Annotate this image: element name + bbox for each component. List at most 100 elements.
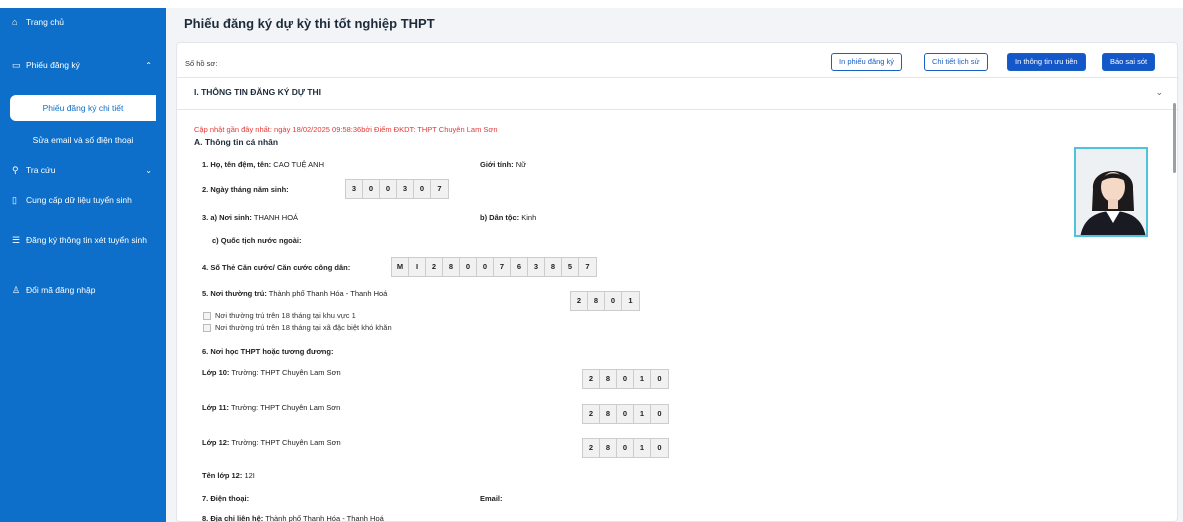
digit-box: 3: [528, 258, 545, 276]
grade12-value: Trường: THPT Chuyên Lam Sơn: [231, 438, 341, 447]
name-label: 1. Họ, tên đệm, tên:: [202, 160, 272, 169]
phone-row: 7. Điện thoại:: [202, 494, 249, 503]
gender-label: Giới tính:: [480, 160, 514, 169]
chevron-down-icon: ⌄: [145, 166, 152, 175]
gender-row: Giới tính: Nữ: [480, 160, 526, 169]
grade10-value: Trường: THPT Chuyên Lam Sơn: [231, 368, 341, 377]
birthplace-value: THANH HOÁ: [253, 213, 299, 222]
grade11-row: Lớp 11: Trường: THPT Chuyên Lam Sơn: [202, 403, 340, 412]
grade12-label: Lớp 12:: [202, 438, 230, 447]
checkbox-icon: [203, 311, 211, 320]
dob-boxes: 3 0 0 3 0 7: [345, 179, 449, 199]
digit-box: 2: [583, 439, 600, 457]
school-heading: 6. Nơi học THPT hoặc tương đương:: [202, 347, 333, 356]
sidebar-item-change-password[interactable]: ♙ Đổi mã đăng nhập: [0, 284, 166, 297]
name-row: 1. Họ, tên đệm, tên: CAO TUỆ ANH: [202, 160, 324, 169]
personal-info-heading: A. Thông tin cá nhân: [194, 137, 279, 147]
digit-box: 7: [579, 258, 596, 276]
grade10-boxes: 2 8 0 1 0: [582, 369, 669, 389]
sidebar-item-home[interactable]: ⌂ Trang chủ: [0, 16, 166, 29]
sidebar-item-registration-detail[interactable]: Phiếu đăng ký chi tiết: [10, 95, 156, 121]
digit-box: 8: [600, 405, 617, 423]
divider: [177, 109, 1179, 110]
digit-box: 0: [477, 258, 494, 276]
record-number-label: Số hồ sơ:: [185, 59, 218, 68]
address-row: 8. Địa chỉ liên hệ: Thành phố Thanh Hóa …: [202, 514, 384, 522]
scrollbar[interactable]: [1173, 103, 1176, 173]
digit-box: 0: [617, 370, 634, 388]
digit-box: 2: [426, 258, 443, 276]
digit-box: 0: [414, 180, 431, 198]
digit-box: 1: [622, 292, 639, 310]
digit-box: 0: [651, 370, 668, 388]
residence-value: Thành phố Thanh Hóa - Thanh Hoá: [268, 289, 388, 298]
candidate-photo: [1074, 147, 1148, 237]
portrait-image: [1076, 149, 1146, 235]
school-heading-text: 6. Nơi học THPT hoặc tương đương:: [202, 347, 334, 356]
digit-box: 8: [545, 258, 562, 276]
digit-box: 8: [600, 370, 617, 388]
digit-box: 2: [583, 405, 600, 423]
sidebar-item-label: Đổi mã đăng nhập: [26, 285, 96, 295]
print-registration-button[interactable]: In phiếu đăng ký: [831, 53, 903, 71]
sidebar-item-label: Trang chủ: [26, 17, 64, 27]
digit-box: 3: [346, 180, 363, 198]
main-content: Phiếu đăng ký dự kỳ thi tốt nghiệp THPT …: [166, 8, 1183, 522]
digit-box: I: [409, 258, 426, 276]
region1-checkbox[interactable]: Nơi thường trú trên 18 tháng tại khu vực…: [203, 311, 356, 320]
list-icon: ☰: [12, 235, 21, 245]
digit-box: 3: [397, 180, 414, 198]
class12-row: Tên lớp 12: 12I: [202, 471, 255, 480]
divider: [177, 77, 1179, 78]
digit-box: 6: [511, 258, 528, 276]
file-icon: ▯: [12, 195, 17, 205]
class12-value: 12I: [244, 471, 255, 480]
digit-box: 5: [562, 258, 579, 276]
digit-box: 1: [634, 439, 651, 457]
residence-label: 5. Nơi thường trú:: [202, 289, 267, 298]
section-title: I. THÔNG TIN ĐĂNG KÝ DỰ THI: [194, 87, 321, 97]
sidebar-item-admission-register[interactable]: ☰ Đăng ký thông tin xét tuyển sinh: [0, 234, 150, 247]
sidebar-item-lookup[interactable]: ⚲ Tra cứu ⌄: [0, 164, 166, 177]
id-label: 4. Số Thẻ Căn cước/ Căn cước công dân:: [202, 263, 350, 272]
sidebar-item-provide-data[interactable]: ▯ Cung cấp dữ liệu tuyển sinh: [0, 194, 150, 207]
sidebar-item-label: Phiếu đăng ký: [26, 60, 80, 70]
print-priority-button[interactable]: In thông tin ưu tiên: [1007, 53, 1086, 71]
digit-box: 1: [634, 370, 651, 388]
sidebar-item-label: Phiếu đăng ký chi tiết: [42, 103, 124, 113]
digit-box: 7: [494, 258, 511, 276]
hardship-commune-checkbox[interactable]: Nơi thường trú trên 18 tháng tại xã đặc …: [203, 323, 392, 332]
digit-box: 0: [651, 439, 668, 457]
search-icon: ⚲: [12, 165, 19, 175]
sidebar-item-label: Tra cứu: [26, 165, 56, 175]
grade10-row: Lớp 10: Trường: THPT Chuyên Lam Sơn: [202, 368, 341, 377]
grade11-label: Lớp 11:: [202, 403, 230, 412]
sidebar-item-registration[interactable]: ▭ Phiếu đăng ký ⌃: [0, 59, 166, 72]
grade10-label: Lớp 10:: [202, 368, 230, 377]
registration-card: Số hồ sơ: In phiếu đăng ký Chi tiết lịch…: [176, 42, 1179, 522]
digit-box: 8: [443, 258, 460, 276]
residence-row: 5. Nơi thường trú: Thành phố Thanh Hóa -…: [202, 289, 387, 298]
sidebar-item-edit-contact[interactable]: Sửa email và số điện thoại: [0, 135, 166, 145]
folder-icon: ▭: [12, 60, 21, 70]
home-icon: ⌂: [12, 17, 18, 27]
address-value: Thành phố Thanh Hóa - Thanh Hoá: [265, 514, 384, 522]
digit-box: 0: [651, 405, 668, 423]
ethnicity-label: b) Dân tộc:: [480, 213, 520, 222]
digit-box: 0: [617, 439, 634, 457]
history-detail-button[interactable]: Chi tiết lịch sử: [924, 53, 988, 71]
digit-box: 0: [460, 258, 477, 276]
grade11-value: Trường: THPT Chuyên Lam Sơn: [230, 403, 341, 412]
chevron-down-icon[interactable]: ⌄: [1155, 87, 1163, 98]
digit-box: 8: [588, 292, 605, 310]
report-error-button[interactable]: Báo sai sót: [1102, 53, 1156, 71]
name-value: CAO TUỆ ANH: [273, 160, 324, 169]
digit-box: 2: [583, 370, 600, 388]
hardship-commune-checkbox-label: Nơi thường trú trên 18 tháng tại xã đặc …: [215, 323, 392, 332]
ethnicity-row: b) Dân tộc: Kinh: [480, 213, 536, 222]
checkbox-icon: [203, 323, 211, 332]
chevron-up-icon: ⌃: [145, 61, 152, 70]
dob-label-text: 2. Ngày tháng năm sinh:: [202, 185, 289, 194]
email-label: Email:: [480, 494, 503, 503]
id-label-text: 4. Số Thẻ Căn cước/ Căn cước công dân:: [202, 263, 351, 272]
